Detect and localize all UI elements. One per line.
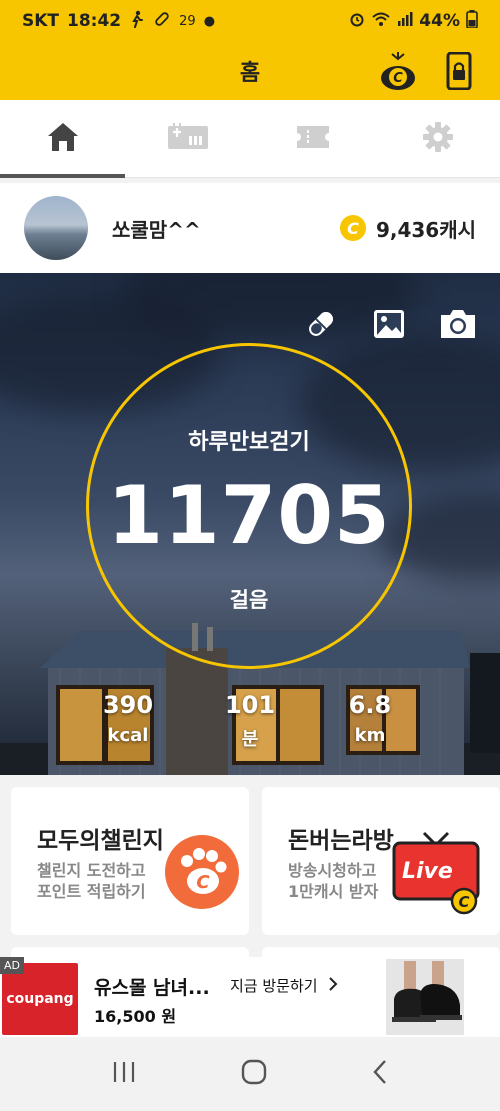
profile-row[interactable]: 쏘쿨맘^^ C 9,436캐시 bbox=[0, 183, 500, 273]
tab-calculator[interactable] bbox=[125, 100, 250, 177]
kcal-unit: kcal bbox=[107, 725, 149, 746]
tab-home[interactable] bbox=[0, 100, 125, 178]
main-tabs bbox=[0, 100, 500, 178]
battery-percent: 44% bbox=[419, 11, 460, 31]
notification-count: 29 bbox=[179, 13, 196, 29]
cash-pot-button[interactable]: C bbox=[378, 50, 418, 92]
pill-button[interactable] bbox=[300, 305, 342, 347]
coupang-logo-text: coupang bbox=[6, 991, 74, 1007]
live-badge: Live bbox=[402, 859, 453, 884]
page-title: 홈 bbox=[239, 61, 261, 86]
distance-value: 6.8 bbox=[348, 691, 392, 719]
pill-notification-icon bbox=[153, 10, 171, 33]
signal-icon bbox=[397, 11, 413, 31]
minutes-stat: 101 분 bbox=[200, 691, 300, 751]
svg-text:C: C bbox=[196, 872, 210, 893]
ad-title: 유스몰 남녀... bbox=[94, 977, 210, 999]
cash-amount: 9,436캐시 bbox=[375, 217, 476, 242]
cash-balance[interactable]: C 9,436캐시 bbox=[339, 214, 476, 243]
chevron-right-icon bbox=[328, 976, 338, 996]
minutes-unit: 분 bbox=[241, 729, 259, 750]
challenge-card[interactable]: 모두의챌린지 챌린지 도전하고 포인트 적립하기 C bbox=[11, 787, 249, 935]
avatar[interactable] bbox=[24, 196, 88, 260]
kcal-value: 390 bbox=[102, 691, 154, 719]
svg-text:C: C bbox=[393, 71, 403, 86]
calculator-icon bbox=[167, 122, 209, 155]
ad-tag: AD bbox=[0, 957, 24, 974]
clock: 18:42 bbox=[67, 11, 122, 31]
ad-banner[interactable]: coupang AD 유스몰 남녀... 16,500 원 지금 방문하기 bbox=[0, 957, 500, 1037]
walker-label: 하루만보걷기 bbox=[188, 430, 310, 455]
step-progress-ring[interactable]: 하루만보걷기 11705 걸음 bbox=[86, 343, 412, 669]
back-button[interactable] bbox=[371, 1058, 389, 1090]
image-icon bbox=[373, 309, 405, 343]
distance-stat: 6.8 km bbox=[320, 691, 420, 746]
kcal-stat: 390 kcal bbox=[78, 691, 178, 746]
battery-icon bbox=[466, 9, 478, 33]
visit-label: 지금 방문하기 bbox=[230, 977, 318, 995]
alarm-icon bbox=[349, 11, 365, 32]
visit-now-button[interactable]: 지금 방문하기 bbox=[230, 975, 338, 996]
ticket-icon bbox=[296, 124, 330, 154]
paw-icon: C bbox=[163, 833, 241, 915]
step-count: 11705 bbox=[107, 469, 391, 562]
nickname: 쏘쿨맘^^ bbox=[112, 217, 201, 242]
phone-lock-button[interactable] bbox=[442, 51, 476, 91]
recent-apps-button[interactable] bbox=[111, 1060, 137, 1088]
pill-icon bbox=[304, 307, 338, 345]
camera-icon bbox=[438, 308, 478, 344]
camera-button[interactable] bbox=[437, 305, 479, 347]
gear-icon bbox=[422, 121, 454, 157]
cash-coin-icon: C bbox=[339, 215, 366, 241]
ad-price: 16,500 원 bbox=[94, 1007, 177, 1026]
step-unit: 걸음 bbox=[229, 588, 269, 612]
distance-unit: km bbox=[354, 725, 386, 746]
svg-text:C: C bbox=[458, 893, 469, 911]
gallery-button[interactable] bbox=[368, 305, 410, 347]
system-nav-bar bbox=[0, 1037, 500, 1111]
walk-notification-icon bbox=[129, 10, 145, 33]
tab-ticket[interactable] bbox=[250, 100, 375, 177]
carrier-label: SKT bbox=[22, 11, 60, 31]
live-tv-icon: C Live bbox=[390, 821, 486, 915]
step-counter-panel: 하루만보걷기 11705 걸음 390 kcal 101 분 6.8 km bbox=[0, 273, 500, 775]
live-shopping-card[interactable]: 돈버는라방 방송시청하고 1만캐시 받자 C Live bbox=[262, 787, 500, 935]
minutes-value: 101 bbox=[224, 691, 276, 719]
notification-dot-icon: ● bbox=[203, 13, 216, 29]
status-bar: SKT 18:42 29 ● 44% bbox=[0, 0, 500, 42]
product-image[interactable] bbox=[386, 959, 464, 1035]
app-bar: 홈 C bbox=[0, 42, 500, 100]
wifi-icon bbox=[371, 11, 391, 32]
tab-settings[interactable] bbox=[375, 100, 500, 177]
home-button[interactable] bbox=[240, 1058, 268, 1090]
home-icon bbox=[46, 121, 80, 157]
